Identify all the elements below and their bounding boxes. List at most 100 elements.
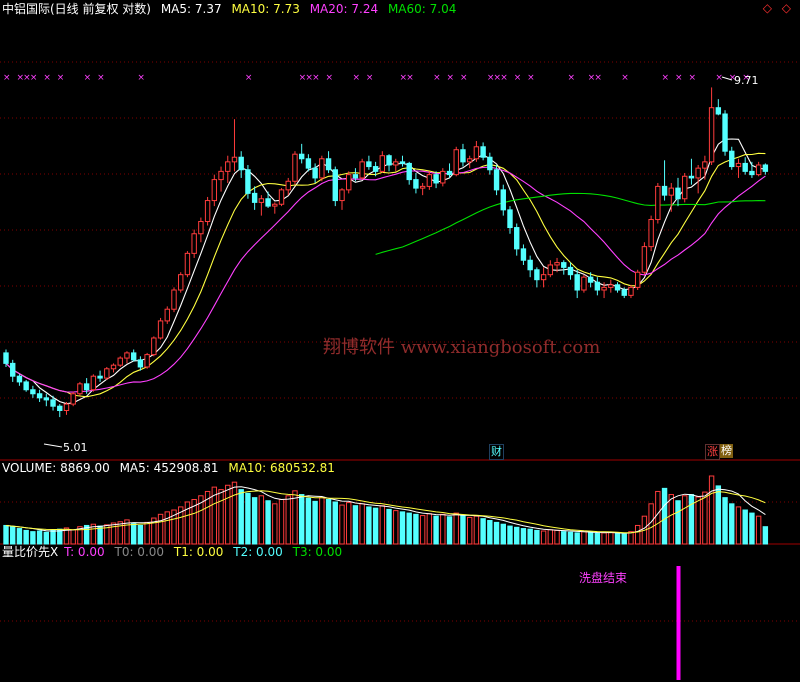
candle-body [325, 158, 332, 171]
candle-body [547, 264, 554, 276]
candle-body [16, 375, 23, 383]
candle [702, 155, 708, 180]
candle [688, 158, 695, 185]
volume-bar [50, 529, 56, 545]
indicator-t0: T0: 0.00 [114, 545, 165, 559]
volume-bar [386, 508, 392, 545]
volume-bar [278, 498, 285, 545]
candle [614, 282, 621, 293]
candle-body [466, 158, 473, 163]
candle [57, 404, 63, 418]
ranking-badge[interactable]: 榜 [720, 444, 733, 458]
candle-body [124, 352, 130, 359]
candle [574, 269, 580, 299]
candle-body [164, 308, 170, 322]
candle [426, 171, 433, 190]
signal-marker: × [527, 73, 535, 83]
candle [359, 158, 365, 180]
candle-body [695, 167, 701, 179]
candle [608, 279, 614, 293]
volume-bar [708, 475, 715, 545]
volume-bar [614, 532, 621, 545]
indicator-name: 量比价先X [2, 545, 59, 559]
candle-body [312, 167, 318, 179]
candle-body [77, 383, 83, 395]
rise-badge[interactable]: 涨 [705, 444, 720, 460]
candle [675, 177, 681, 207]
volume-bar [225, 484, 231, 545]
ma60-label: MA60: 7.04 [387, 2, 457, 16]
candle [648, 215, 654, 252]
volume-bar [298, 494, 305, 545]
candle [117, 356, 123, 367]
candle-body [507, 209, 513, 229]
candle-body [641, 246, 648, 273]
candle [419, 182, 426, 196]
candle [43, 393, 50, 407]
volume-bar [419, 515, 426, 545]
volume-bar [729, 503, 735, 545]
candle-body [393, 161, 399, 166]
volume-bar [319, 497, 325, 545]
financial-report-badge[interactable]: 财 [489, 444, 504, 460]
window-control-icons[interactable]: ◇ ◇ [763, 1, 794, 15]
candle-body [265, 198, 271, 207]
volume-bar [399, 511, 406, 545]
candle-body [245, 169, 251, 194]
signal-marker: × [312, 73, 320, 83]
candle-body [520, 248, 527, 261]
volume-bar [157, 513, 164, 545]
candle-body [104, 368, 110, 379]
candle [245, 164, 251, 199]
candle-body [184, 252, 191, 276]
candle-body [722, 113, 728, 152]
signal-marker: × [433, 73, 441, 83]
candle-body [453, 149, 459, 176]
indicator-t3: T3: 0.00 [292, 545, 343, 559]
volume-bar [466, 516, 473, 545]
signal-marker: × [245, 73, 253, 83]
volume-bar [137, 524, 144, 545]
candle [682, 172, 688, 203]
volume-bar [352, 505, 359, 545]
volume-bar [453, 512, 459, 545]
volume-bar [346, 502, 352, 545]
candle-body [755, 164, 762, 176]
volume-bar [433, 515, 439, 545]
candle [520, 244, 527, 265]
volume-bar [594, 532, 601, 545]
candle [164, 306, 170, 324]
candle-body [473, 146, 480, 160]
candle-body [668, 187, 674, 196]
candle-body [137, 359, 144, 368]
volume-bar [520, 528, 527, 545]
signal-label: 洗盘结束 [579, 571, 628, 585]
candle-body [117, 357, 123, 366]
signal-marker: × [447, 73, 455, 83]
candle-body [648, 219, 654, 248]
candle-body [708, 107, 715, 163]
volume-bar [487, 520, 493, 545]
candle [668, 182, 674, 212]
candle-body [742, 162, 748, 172]
candle [634, 269, 641, 291]
candle [473, 140, 480, 162]
candle-body [157, 320, 164, 339]
indicator-t1: T1: 0.00 [173, 545, 224, 559]
candle-body [493, 169, 500, 191]
candle-body [63, 403, 70, 411]
candle-body [171, 289, 177, 310]
volume-bar [440, 513, 446, 545]
volume-bar [43, 531, 50, 545]
candle [346, 171, 352, 194]
candle [594, 277, 601, 296]
price-header: 中铝国际(日线 前复权 对数) MA5: 7.37 MA10: 7.73 MA2… [2, 2, 462, 16]
volume-bar [426, 513, 433, 545]
signal-marker: × [460, 73, 468, 83]
candle-body [762, 164, 769, 172]
candle-body [735, 162, 742, 168]
candle [735, 158, 742, 178]
ma20-label: MA20: 7.24 [309, 2, 379, 16]
candle-body [561, 262, 567, 268]
signal-marker: × [30, 73, 38, 83]
